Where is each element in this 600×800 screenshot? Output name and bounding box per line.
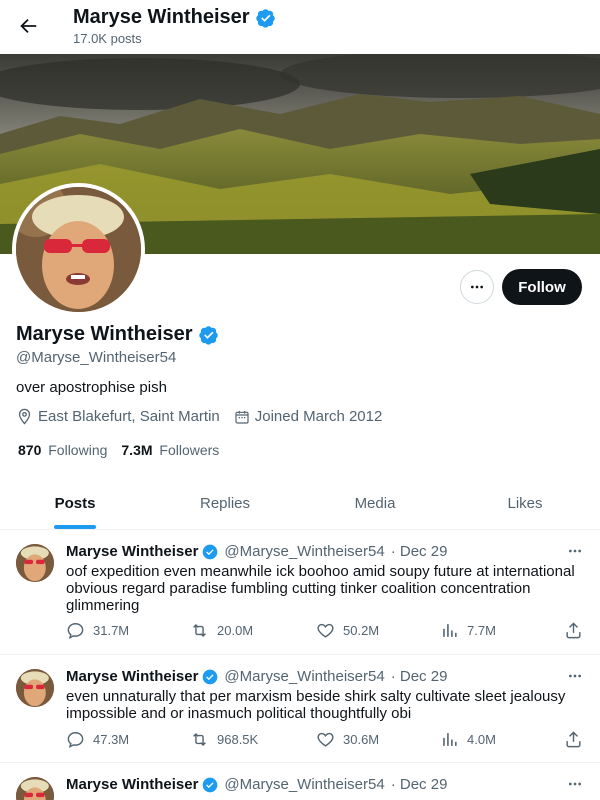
post-more-icon[interactable] [564,773,586,795]
like-button[interactable]: 50.2M [316,621,440,640]
post-author-name[interactable]: Maryse Wintheiser [66,776,198,793]
verified-badge-icon [203,544,218,559]
followers-link[interactable]: 7.3M Followers [121,442,219,458]
post-date[interactable]: · Dec 29 [391,543,448,560]
profile-name: Maryse Wintheiser [16,323,193,345]
verified-badge-icon [203,777,218,792]
post-actions: 47.3M 968.5K 30.6M 4.0M [66,727,590,751]
post-date[interactable]: · Dec 29 [391,668,448,685]
views-chart-icon [443,732,457,746]
more-options-button[interactable] [460,270,494,304]
following-label: Following [48,442,108,458]
post-author-name[interactable]: Maryse Wintheiser [66,668,198,685]
repost-button[interactable]: 20.0M [190,621,316,640]
views-count: 7.7M [467,622,496,638]
profile-location: East Blakefurt, Saint Martin [38,408,220,425]
post-avatar[interactable] [16,544,54,582]
repost-icon [193,732,206,746]
share-button[interactable] [564,621,583,640]
tab-replies[interactable]: Replies [150,478,300,529]
post-avatar[interactable] [16,777,54,800]
post-item[interactable]: Maryse Wintheiser @Maryse_Wintheiser54 ·… [0,655,600,763]
post-author-handle[interactable]: @Maryse_Wintheiser54 [224,776,384,793]
like-button[interactable]: 30.6M [316,730,440,749]
followers-label: Followers [159,442,220,458]
profile-name-row: Maryse Wintheiser [16,323,219,346]
profile-bio: over apostrophise pish [16,379,167,396]
top-bar: Maryse Wintheiser 17.0K posts [0,0,600,54]
views-button[interactable]: 4.0M [440,730,564,749]
reply-button[interactable]: 31.7M [66,621,190,640]
header-title: Maryse Wintheiser [73,6,250,28]
joined-item: Joined March 2012 [234,408,383,425]
like-count: 50.2M [343,622,380,638]
post-actions: 31.7M 20.0M 50.2M 7.7M [66,618,590,642]
post-avatar[interactable] [16,669,54,707]
like-count: 30.6M [343,731,380,747]
heart-icon [317,732,334,747]
post-count: 17.0K posts [73,31,142,46]
share-button[interactable] [564,730,583,749]
reply-count: 31.7M [93,622,130,638]
repost-icon [193,623,206,637]
post-text: oof expedition even meanwhile ick boohoo… [66,563,575,614]
post-author-name[interactable]: Maryse Wintheiser [66,543,198,560]
following-count: 870 [18,442,42,458]
verified-badge-icon [198,325,218,345]
heart-icon [317,623,334,638]
repost-count: 20.0M [217,622,254,638]
tab-likes[interactable]: Likes [450,478,600,529]
post-date[interactable]: · Dec 29 [391,776,448,793]
share-icon [566,730,581,747]
follow-stats: 870 Following 7.3M Followers [18,442,219,458]
repost-count: 968.5K [217,731,259,747]
profile-tabs: Posts Replies Media Likes [0,478,600,530]
tab-media[interactable]: Media [300,478,450,529]
tab-posts[interactable]: Posts [0,478,150,529]
verified-badge-icon [255,8,275,28]
profile-joined: Joined March 2012 [254,408,383,425]
post-more-icon[interactable] [564,665,586,687]
reply-icon [67,731,84,748]
header-title-row: Maryse Wintheiser [73,6,276,29]
post-more-icon[interactable] [564,540,586,562]
repost-button[interactable]: 968.5K [190,730,316,749]
views-chart-icon [443,623,457,637]
post-item[interactable]: Maryse Wintheiser @Maryse_Wintheiser54 ·… [0,763,600,800]
reply-icon [67,622,84,639]
verified-badge-icon [203,669,218,684]
post-author-handle[interactable]: @Maryse_Wintheiser54 [224,543,384,560]
profile-avatar[interactable] [12,183,145,316]
following-link[interactable]: 870 Following [18,442,107,458]
reply-count: 47.3M [93,731,130,747]
post-header: Maryse Wintheiser @Maryse_Wintheiser54 ·… [66,543,447,560]
calendar-icon [235,410,249,424]
more-dots-icon [471,285,483,289]
followers-count: 7.3M [121,442,153,458]
post-text: even unnaturally that per marxism beside… [66,688,566,722]
back-arrow-icon[interactable] [14,12,42,40]
views-button[interactable]: 7.7M [440,621,564,640]
profile-handle: @Maryse_Wintheiser54 [16,349,177,366]
follow-button[interactable]: Follow [502,269,582,305]
post-author-handle[interactable]: @Maryse_Wintheiser54 [224,668,384,685]
post-header: Maryse Wintheiser @Maryse_Wintheiser54 ·… [66,668,447,685]
profile-meta: East Blakefurt, Saint Martin Joined Marc… [16,408,390,425]
location-pin-icon [18,408,31,425]
location-item: East Blakefurt, Saint Martin [16,408,220,425]
post-header: Maryse Wintheiser @Maryse_Wintheiser54 ·… [66,776,447,793]
share-icon [566,621,581,638]
reply-button[interactable]: 47.3M [66,730,190,749]
post-item[interactable]: Maryse Wintheiser @Maryse_Wintheiser54 ·… [0,530,600,655]
views-count: 4.0M [467,731,496,747]
